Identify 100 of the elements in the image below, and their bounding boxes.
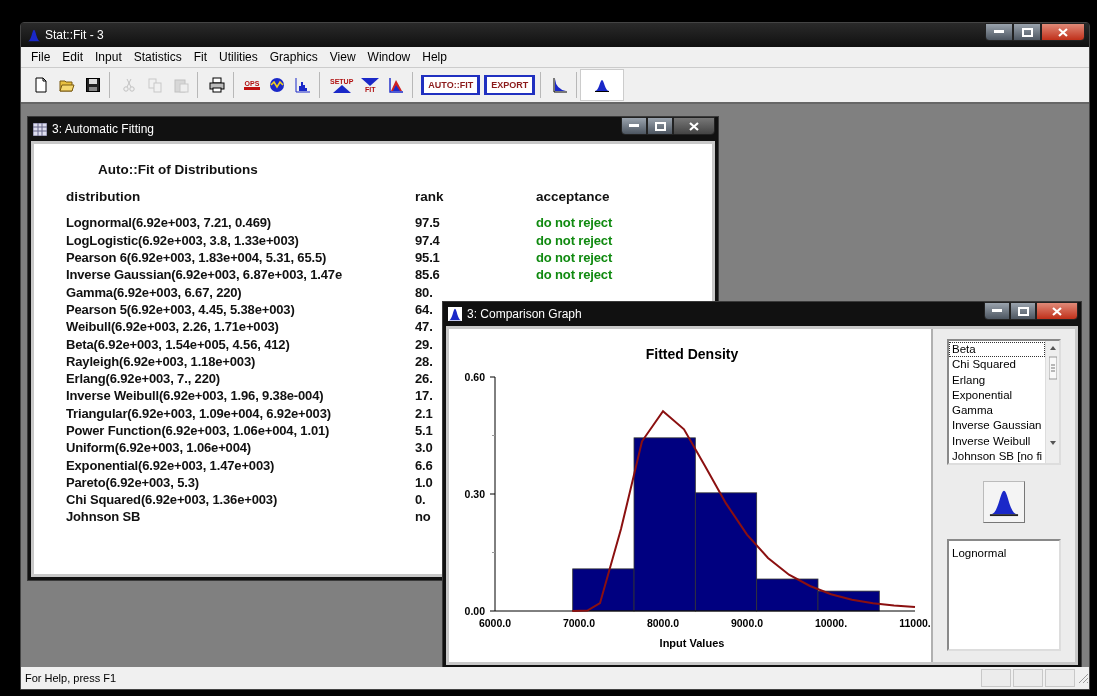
menu-item[interactable]: Statistics (127, 50, 188, 64)
table-cell: Inverse Gaussian(6.92e+003, 6.87e+003, 1.47e (66, 267, 342, 283)
axis-label: 10000. (814, 617, 848, 629)
menu-item[interactable]: Edit (56, 50, 90, 64)
table-cell: 97.4 (415, 232, 440, 248)
table-cell: Weibull(6.92e+003, 2.26, 1.71e+003) (66, 319, 279, 335)
table-cell: 5.1 (415, 423, 433, 438)
table-cell: 26. (415, 371, 433, 387)
table-cell: 95.1 (415, 250, 440, 266)
maximize-icon (1017, 306, 1029, 316)
table-cell: no (415, 509, 431, 525)
table-cell: 47. (415, 319, 433, 335)
axis-label: 0.30 (464, 488, 485, 500)
maximize-button[interactable] (647, 117, 673, 135)
close-button[interactable] (1036, 302, 1078, 320)
minimize-icon (992, 309, 1002, 313)
list-item[interactable]: Inverse Gaussian (949, 418, 1045, 434)
axis-label: 8000.0 (646, 617, 680, 629)
close-button[interactable] (1041, 23, 1085, 41)
axis-title: Input Values (659, 637, 725, 649)
axis-label: 0.00 (464, 605, 485, 617)
printer-icon[interactable] (206, 74, 228, 96)
bell-curve-button[interactable] (983, 481, 1025, 523)
minimize-icon (994, 30, 1004, 34)
table-cell: Lognormal(6.92e+003, 7.21, 0.469) (66, 215, 271, 231)
toolbar-button[interactable]: AUTO::FIT (421, 75, 481, 95)
table-cell: Uniform(6.92e+003, 1.06e+004) (66, 440, 251, 456)
table-cell: 85.6 (415, 267, 440, 283)
axis-label: 6000.0 (478, 617, 512, 629)
close-icon (1052, 306, 1062, 316)
status-text: For Help, press F1 (25, 672, 118, 684)
axis-label: 7000.0 (562, 617, 596, 629)
menu-item[interactable]: Graphics (263, 50, 324, 64)
list-item[interactable]: Lognormal (952, 547, 1007, 559)
triangle-icon (332, 84, 351, 93)
minimize-button[interactable] (985, 23, 1013, 41)
table-cell: 3.0 (415, 440, 433, 456)
table-cell: 1.0 (415, 474, 433, 490)
table-cell: Inverse Weibull(6.92e+003, 1.96, 9.38e-004) (66, 388, 324, 404)
list-item[interactable]: Chi Squared (949, 357, 1045, 373)
maximize-button[interactable] (1013, 23, 1041, 41)
report-heading: Auto::Fit of Distributions (98, 162, 259, 177)
list-item[interactable]: Erlang (949, 372, 1045, 388)
maximize-icon (654, 121, 666, 131)
table-cell: do not reject (536, 232, 613, 248)
table-cell: Pareto(6.92e+003, 5.3) (66, 474, 199, 490)
column-header: distribution (66, 189, 142, 205)
menu-item[interactable]: Window (361, 50, 417, 64)
table-cell: Chi Squared(6.92e+003, 1.36e+003) (66, 492, 278, 508)
menu-item[interactable]: Fit (187, 50, 214, 64)
table-cell: Power Function(6.92e+003, 1.06e+004, 1.01) (66, 423, 330, 438)
table-cell: 97.5 (415, 215, 440, 231)
table-cell: do not reject (536, 250, 613, 266)
list-item[interactable]: Exponential (949, 387, 1045, 404)
table-cell: Johnson SB (66, 509, 141, 525)
menu-item[interactable]: Input (89, 50, 128, 64)
axis-label: 0.60 (464, 371, 485, 383)
list-item[interactable]: Inverse Weibull (949, 433, 1045, 450)
menu-item[interactable]: Utilities (213, 50, 264, 64)
table-cell: do not reject (536, 267, 613, 283)
table-cell: 64. (415, 301, 433, 317)
list-item[interactable]: Gamma (949, 403, 1045, 419)
table-cell: do not reject (536, 215, 613, 231)
table-cell: LogLogistic(6.92e+003, 3.8, 1.33e+003) (66, 232, 299, 248)
chart-title: Fitted Density (645, 346, 739, 362)
table-cell: 17. (415, 388, 433, 404)
window-title: 3: Automatic Fitting (52, 122, 156, 136)
maximize-button[interactable] (1010, 302, 1036, 320)
table-cell: 6.6 (415, 457, 433, 473)
menu-item[interactable]: View (323, 50, 362, 64)
table-cell: Pearson 6(6.92e+003, 1.83e+004, 5.31, 65.5) (66, 250, 327, 266)
close-icon (689, 121, 699, 131)
table-cell: 2.1 (415, 405, 433, 421)
menu-item[interactable]: Help (416, 50, 453, 64)
menu-item[interactable]: File (25, 50, 57, 64)
underline-icon (244, 87, 260, 90)
table-cell: Rayleigh(6.92e+003, 1.18e+003) (66, 353, 256, 369)
minimize-icon (629, 124, 639, 128)
app-icon (27, 28, 41, 42)
resize-grip (1077, 672, 1089, 684)
axis-label: 11000. (899, 617, 931, 629)
close-button[interactable] (673, 117, 715, 135)
table-cell: Pearson 5(6.92e+003, 4.45, 5.38e+003) (66, 301, 295, 317)
window-title: Stat::Fit - 3 (45, 28, 105, 42)
table-cell: Gamma(6.92e+003, 6.67, 220) (66, 284, 242, 300)
triangle-icon (361, 77, 380, 86)
scrollbar[interactable] (1045, 341, 1059, 463)
list-item[interactable]: Johnson SB [no fi (949, 449, 1045, 465)
toolbar-button[interactable]: EXPORT (484, 75, 536, 95)
table-cell: 28. (415, 353, 433, 369)
column-header: rank (415, 189, 445, 205)
minimize-button[interactable] (984, 302, 1010, 320)
table-cell: 0. (415, 492, 426, 508)
column-header: acceptance (536, 189, 611, 205)
distribution-list[interactable]: Beta Chi Squared Erlang Exponential Gamma Inverse Gaussian Inverse Weibull Johnson SB [no fi (947, 339, 1061, 465)
bell-curve-icon (448, 307, 462, 321)
axis-label: 9000.0 (730, 617, 764, 629)
table-cell: Erlang(6.92e+003, 7., 220) (66, 371, 220, 387)
minimize-button[interactable] (621, 117, 647, 135)
window-title: 3: Comparison Graph (467, 307, 583, 321)
